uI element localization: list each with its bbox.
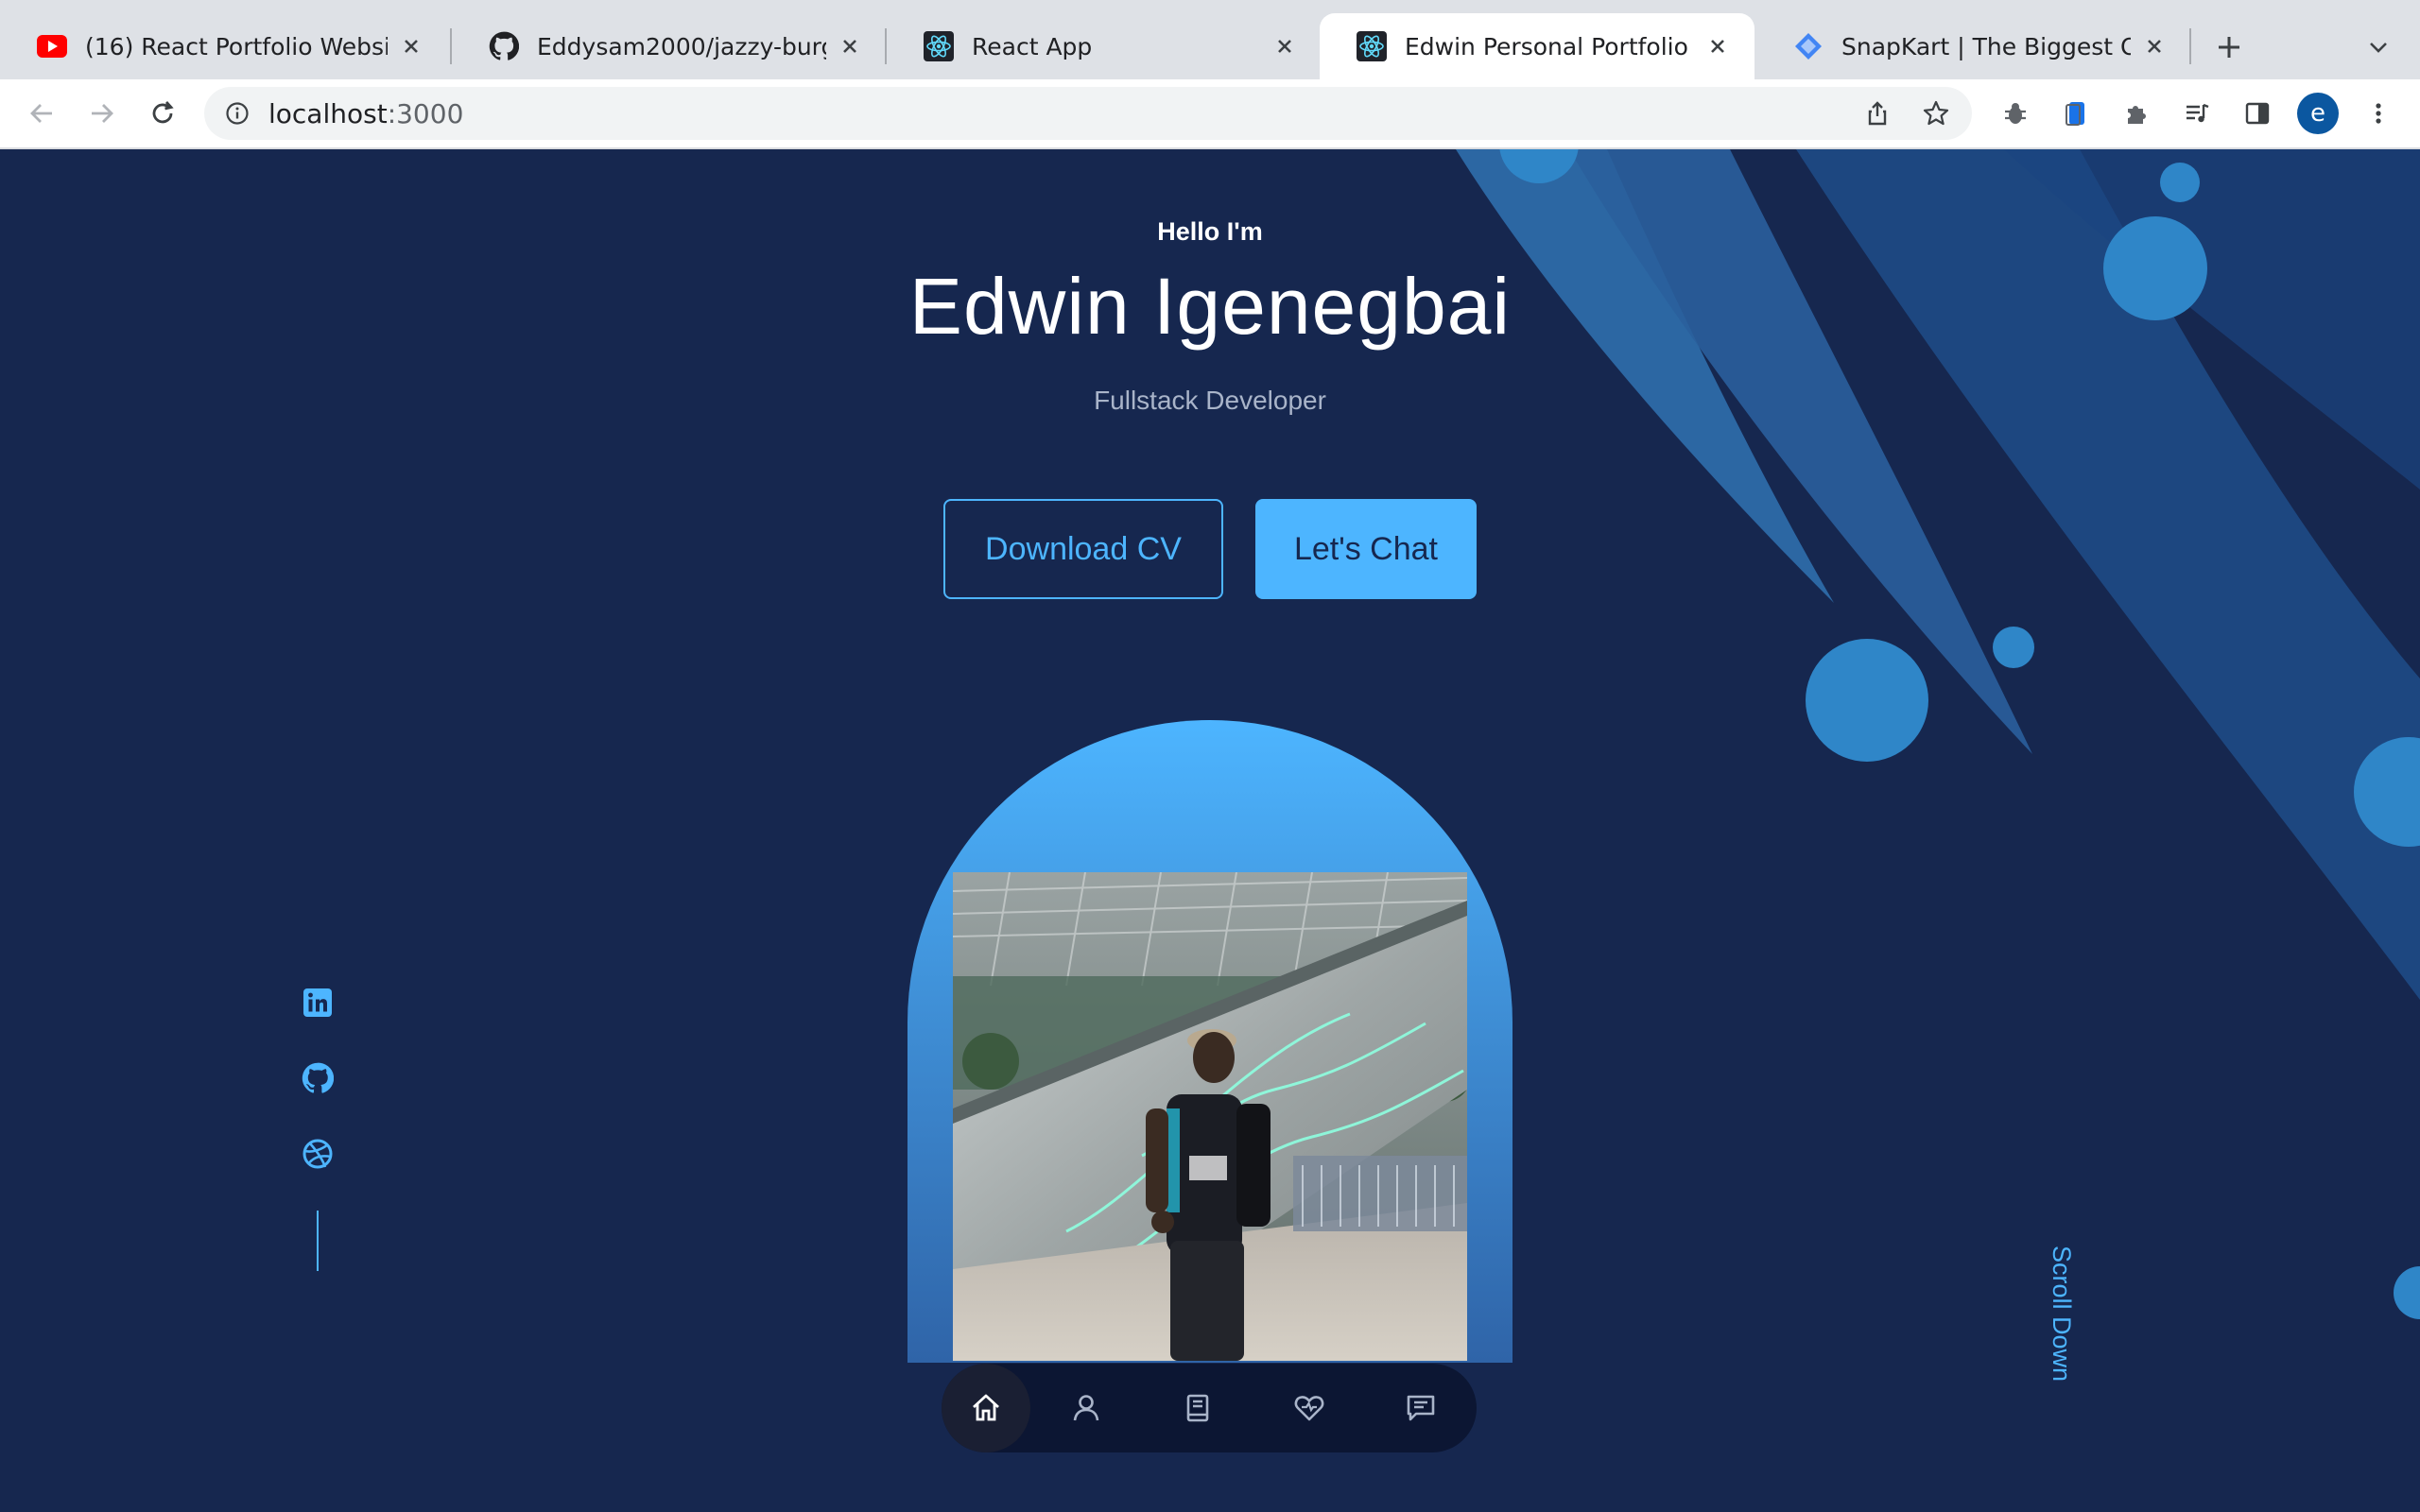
user-icon: [1073, 1395, 1099, 1421]
close-icon[interactable]: [395, 30, 427, 62]
close-icon[interactable]: [1702, 30, 1734, 62]
address-bar[interactable]: localhost:3000: [204, 87, 1972, 140]
tab-search-button[interactable]: [2358, 26, 2399, 68]
home-icon: [973, 1394, 999, 1421]
linkedin-icon[interactable]: [299, 984, 337, 1022]
dribbble-icon[interactable]: [299, 1135, 337, 1173]
url-host: localhost: [268, 97, 388, 129]
social-links: [299, 984, 337, 1211]
bookmark-star-icon[interactable]: [1915, 93, 1957, 134]
download-cv-button[interactable]: Download CV: [943, 499, 1223, 599]
social-divider-line: [317, 1211, 319, 1271]
forward-button[interactable]: [81, 93, 123, 134]
tab-youtube[interactable]: (16) React Portfolio Website T: [0, 13, 448, 79]
hero-greeting: Hello I'm: [1157, 217, 1263, 246]
url-port: :3000: [387, 97, 464, 129]
youtube-icon: [36, 30, 68, 62]
github-icon[interactable]: [299, 1059, 337, 1097]
nav-about[interactable]: [1030, 1364, 1142, 1452]
services-icon: [1294, 1396, 1324, 1421]
close-icon[interactable]: [834, 30, 866, 62]
nav-contact[interactable]: [1365, 1364, 1477, 1452]
tab-title: (16) React Portfolio Website T: [85, 32, 388, 60]
tab-title: SnapKart | The Biggest Onlin: [1841, 32, 2131, 60]
extensions-puzzle-icon[interactable]: [2116, 93, 2157, 134]
media-control-icon[interactable]: [2176, 93, 2218, 134]
hero-name: Edwin Igenegbai: [908, 262, 1512, 351]
browser-tabstrip: (16) React Portfolio Website T Eddysam20…: [0, 0, 2420, 79]
bottom-navigation: [942, 1364, 1477, 1452]
hero-role: Fullstack Developer: [1094, 386, 1326, 415]
nav-home[interactable]: [942, 1364, 1030, 1452]
profile-avatar[interactable]: e: [2297, 93, 2339, 134]
message-icon: [1407, 1395, 1435, 1421]
url-text: localhost:3000: [268, 98, 463, 129]
side-panel-icon[interactable]: [2237, 93, 2278, 134]
tab-title: Edwin Personal Portfolio: [1405, 32, 1688, 60]
bug-extension-icon[interactable]: [1995, 93, 2036, 134]
tab-separator: [2189, 28, 2191, 64]
react-icon: [923, 30, 955, 62]
device-extension-icon[interactable]: [2055, 93, 2097, 134]
snapkart-icon: [1792, 30, 1824, 62]
share-icon[interactable]: [1857, 93, 1898, 134]
portfolio-page: Hello I'm Edwin Igenegbai Fullstack Deve…: [0, 149, 2420, 1512]
site-info-icon[interactable]: [223, 99, 251, 128]
close-icon[interactable]: [1269, 30, 1301, 62]
reload-button[interactable]: [142, 93, 183, 134]
tab-edwin-portfolio[interactable]: Edwin Personal Portfolio: [1320, 13, 1754, 79]
nav-experience[interactable]: [1142, 1364, 1253, 1452]
browser-toolbar: localhost:3000 e: [0, 79, 2420, 149]
scroll-down-link[interactable]: Scroll Down: [2047, 1246, 2076, 1382]
profile-photo: [953, 872, 1467, 1361]
tab-snapkart[interactable]: SnapKart | The Biggest Onlin: [1756, 13, 2191, 79]
menu-kebab-icon[interactable]: [2358, 93, 2399, 134]
new-tab-button[interactable]: [2208, 26, 2250, 68]
nav-services[interactable]: [1253, 1364, 1365, 1452]
github-icon: [488, 30, 520, 62]
react-icon: [1356, 30, 1388, 62]
tab-title: Eddysam2000/jazzy-burger: [537, 32, 826, 60]
tab-github-jazzy-burger[interactable]: Eddysam2000/jazzy-burger: [452, 13, 887, 79]
book-icon: [1186, 1394, 1209, 1422]
back-button[interactable]: [21, 93, 62, 134]
tab-react-app[interactable]: React App: [887, 13, 1322, 79]
lets-chat-button[interactable]: Let's Chat: [1255, 499, 1477, 599]
close-icon[interactable]: [2138, 30, 2170, 62]
tab-title: React App: [972, 32, 1093, 60]
